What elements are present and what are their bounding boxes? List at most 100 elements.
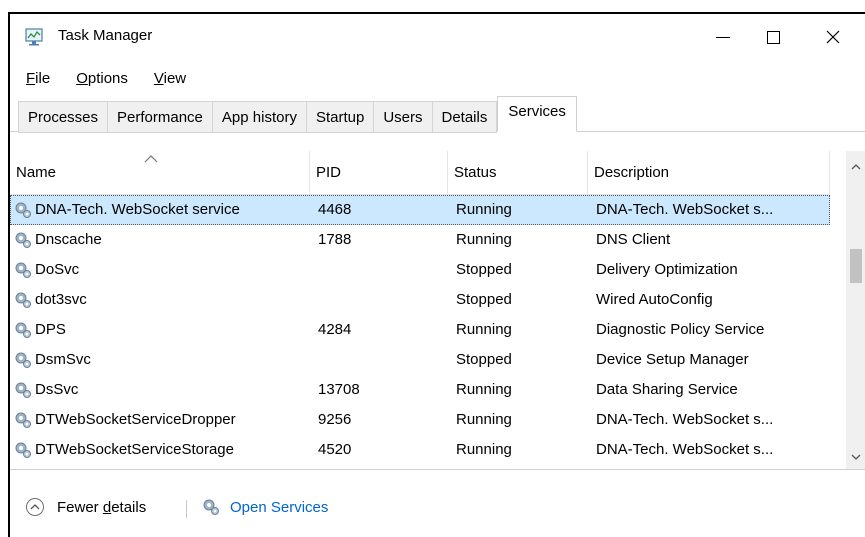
close-button[interactable] (810, 14, 856, 60)
service-pid (310, 285, 448, 315)
service-name: dot3svc (35, 291, 87, 308)
service-name-cell: DNA-Tech. WebSocket service (10, 195, 310, 225)
menu-options[interactable]: Options (62, 66, 140, 92)
scroll-up-icon[interactable] (851, 161, 861, 173)
tab-strip: Processes Performance App history Startu… (10, 96, 865, 133)
fewer-details-label-rest: etails (111, 498, 147, 516)
table-row[interactable]: DoSvc Stopped Delivery Optimization (10, 255, 830, 285)
service-name-cell: DTWebSocketServiceDropper (10, 405, 310, 435)
table-row[interactable]: dot3svc Stopped Wired AutoConfig (10, 285, 830, 315)
fewer-details-label-prefix: Fewer (57, 498, 103, 516)
service-status: Stopped (456, 351, 512, 368)
service-description: DNS Client (596, 231, 671, 248)
service-description: Diagnostic Policy Service (596, 321, 765, 338)
service-status: Running (456, 231, 512, 248)
service-pid: 13708 (318, 381, 360, 398)
service-name: DsSvc (35, 381, 79, 398)
service-pid: 4520 (318, 441, 352, 458)
service-name-cell: DoSvc (10, 255, 310, 285)
service-name-cell: DPS (10, 315, 310, 345)
fewer-details-button[interactable]: Fewer d etails (26, 498, 146, 516)
menu-options-label: ptions (87, 70, 128, 87)
service-pid (310, 345, 448, 375)
service-description: DNA-Tech. WebSocket s... (596, 441, 774, 458)
tab-details[interactable]: Details (431, 101, 498, 133)
service-name-cell: Dnscache (10, 225, 310, 255)
service-name: DNA-Tech. WebSocket service (35, 201, 240, 218)
service-name-cell: dot3svc (10, 285, 310, 315)
vertical-scrollbar[interactable] (846, 151, 865, 469)
service-description: Wired AutoConfig (596, 291, 713, 308)
service-pid (310, 255, 448, 285)
minimize-icon (716, 36, 730, 38)
column-header-description[interactable]: Description (588, 151, 830, 195)
service-name: DPS (35, 321, 66, 338)
tab-startup[interactable]: Startup (305, 101, 374, 133)
service-gear-icon (14, 201, 35, 219)
service-name: DoSvc (35, 261, 80, 278)
service-gear-icon (14, 441, 35, 459)
tab-services[interactable]: Services (497, 96, 577, 132)
column-header-status[interactable]: Status (448, 151, 588, 195)
menu-file-accel: F (26, 70, 36, 87)
tab-processes[interactable]: Processes (18, 101, 108, 133)
minimize-button[interactable] (700, 14, 746, 60)
close-icon (826, 30, 840, 44)
footer-bar: Fewer d etails Open Services (10, 469, 865, 537)
service-status: Running (456, 411, 512, 428)
column-header-name-label: Name (16, 164, 57, 181)
service-gear-icon (14, 411, 35, 429)
service-gear-icon (14, 231, 35, 249)
window-title: Task Manager (58, 27, 153, 44)
services-gear-icon (203, 499, 219, 515)
service-pid: 4284 (318, 321, 352, 338)
service-name: DTWebSocketServiceStorage (35, 441, 234, 458)
service-gear-icon (14, 381, 35, 399)
maximize-icon (766, 30, 780, 44)
column-header-pid[interactable]: PID (310, 151, 448, 195)
service-name-cell: DsSvc (10, 375, 310, 405)
service-description: Delivery Optimization (596, 261, 738, 278)
open-services-link[interactable]: Open Services (202, 498, 328, 516)
menu-view-label: iew (163, 70, 187, 87)
service-pid: 4468 (318, 201, 352, 218)
title-bar[interactable]: Task Manager (10, 14, 865, 60)
chevron-up-icon (26, 498, 44, 516)
table-row[interactable]: DTWebSocketServiceStorage 4520 Running DNA-… (10, 435, 830, 465)
maximize-button[interactable] (750, 14, 796, 60)
tab-app-history[interactable]: App history (211, 101, 306, 133)
table-row[interactable]: DTWebSocketServiceDropper 9256 Running DNA-… (10, 405, 830, 435)
tab-performance[interactable]: Performance (107, 101, 212, 133)
service-name: Dnscache (35, 231, 102, 248)
tab-users[interactable]: Users (373, 101, 432, 133)
service-gear-icon (14, 261, 35, 279)
service-description: DNA-Tech. WebSocket s... (596, 201, 774, 218)
table-body: DNA-Tech. WebSocket service 4468 Running DN… (10, 195, 830, 465)
menu-file-label: ile (35, 70, 51, 87)
service-status: Running (456, 441, 512, 458)
service-name-cell: DTWebSocketServiceStorage (10, 435, 310, 465)
service-name: DTWebSocketServiceDropper (35, 411, 236, 428)
service-description: DNA-Tech. WebSocket s... (596, 411, 774, 428)
service-status: Running (456, 321, 512, 338)
table-header: Name PID Status Description (10, 151, 830, 195)
service-name: DsmSvc (35, 351, 91, 368)
table-row[interactable]: Dnscache 1788 Running DNS Client (10, 225, 830, 255)
table-row[interactable]: DsSvc 13708 Running Data Sharing Service (10, 375, 830, 405)
service-status: Running (456, 381, 512, 398)
table-row[interactable]: DNA-Tech. WebSocket service 4468 Running DN… (10, 195, 830, 225)
menu-view[interactable]: View (140, 66, 198, 92)
scroll-thumb[interactable] (850, 249, 862, 283)
fewer-details-accel: d (102, 498, 112, 516)
menu-bar: File Options View (10, 66, 198, 92)
task-manager-window: Task Manager File Options View Processes… (8, 12, 865, 537)
menu-options-accel: O (76, 70, 88, 87)
task-manager-app-icon (24, 28, 44, 46)
open-services-label: Open Services (230, 498, 329, 516)
column-header-name[interactable]: Name (10, 151, 310, 195)
scroll-down-icon[interactable] (851, 451, 861, 463)
service-name-cell: DsmSvc (10, 345, 310, 375)
menu-file[interactable]: File (10, 66, 62, 92)
table-row[interactable]: DsmSvc Stopped Device Setup Manager (10, 345, 830, 375)
table-row[interactable]: DPS 4284 Running Diagnostic Policy Service (10, 315, 830, 345)
